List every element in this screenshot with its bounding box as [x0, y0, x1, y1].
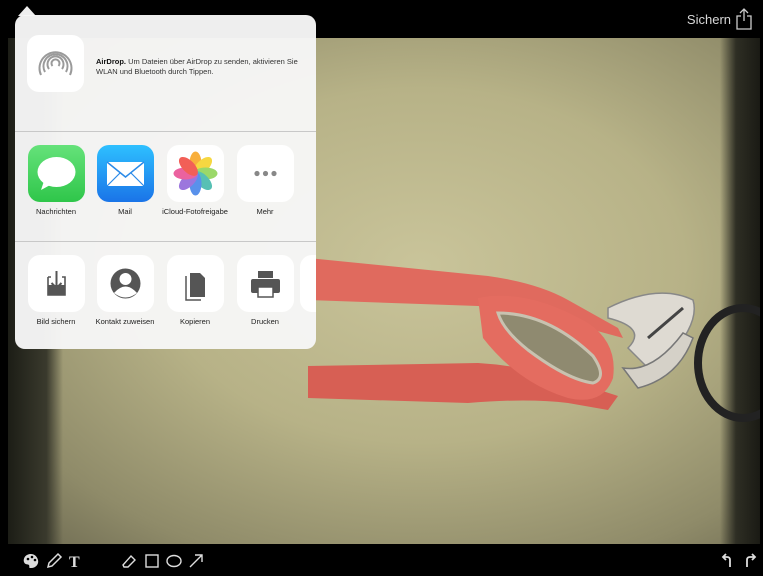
ellipse-icon[interactable]	[165, 552, 183, 570]
action-partial-next[interactable]	[300, 255, 316, 312]
action-assign-contact[interactable]: Kontakt zuweisen	[90, 255, 160, 327]
app-messages[interactable]: Nachrichten	[21, 145, 91, 217]
action-label: Drucken	[251, 317, 279, 326]
contact-icon	[96, 255, 154, 312]
action-print[interactable]: Drucken	[230, 255, 300, 327]
app-icloud-photo-sharing[interactable]: iCloud-Fotofreigabe	[160, 145, 230, 217]
more-actions-icon	[300, 255, 316, 312]
airdrop-title: AirDrop.	[96, 57, 126, 66]
app-mail[interactable]: Mail	[90, 145, 160, 217]
airdrop-icon[interactable]	[27, 35, 84, 92]
actions-row: Bild sichern Kontakt zuweisen Kopieren D…	[15, 242, 316, 349]
rectangle-icon[interactable]	[143, 552, 161, 570]
pencil-icon[interactable]	[45, 552, 63, 570]
app-label: iCloud-Fotofreigabe	[162, 207, 228, 216]
action-label: Bild sichern	[36, 317, 76, 326]
eraser-icon[interactable]	[120, 552, 138, 570]
arrow-icon[interactable]	[187, 552, 205, 570]
svg-text:T: T	[69, 554, 80, 570]
action-label: Kontakt zuweisen	[95, 317, 155, 326]
copy-icon	[166, 255, 224, 312]
text-icon[interactable]: T	[67, 552, 85, 571]
app-label: Mehr	[256, 207, 274, 216]
airdrop-message: AirDrop. Um Dateien über AirDrop zu send…	[96, 57, 301, 77]
more-icon	[236, 145, 294, 202]
action-label: Kopieren	[179, 317, 211, 326]
mail-icon	[96, 145, 154, 202]
airdrop-description: Um Dateien über AirDrop zu senden, aktiv…	[96, 57, 298, 76]
photos-icon	[166, 145, 224, 202]
app-label: Mail	[118, 207, 132, 216]
print-icon	[236, 255, 294, 312]
action-copy[interactable]: Kopieren	[160, 255, 230, 327]
save-image-icon	[27, 255, 85, 312]
airdrop-row[interactable]: AirDrop. Um Dateien über AirDrop zu send…	[15, 15, 316, 132]
palette-icon[interactable]	[22, 552, 40, 570]
app-label: Nachrichten	[35, 207, 77, 216]
undo-icon[interactable]	[720, 552, 738, 570]
share-sheet: AirDrop. Um Dateien über AirDrop zu send…	[15, 15, 316, 349]
redo-icon[interactable]	[741, 552, 759, 570]
apps-row: Nachrichten Mail iCloud-Fotofreigabe Meh…	[15, 132, 316, 242]
app-more[interactable]: Mehr	[230, 145, 300, 217]
action-save-image[interactable]: Bild sichern	[21, 255, 91, 327]
tape-roll	[694, 304, 760, 422]
share-icon[interactable]	[735, 8, 753, 30]
messages-icon	[27, 145, 85, 202]
save-button[interactable]: Sichern	[687, 12, 731, 27]
drawing-toolbar: T	[0, 544, 763, 576]
